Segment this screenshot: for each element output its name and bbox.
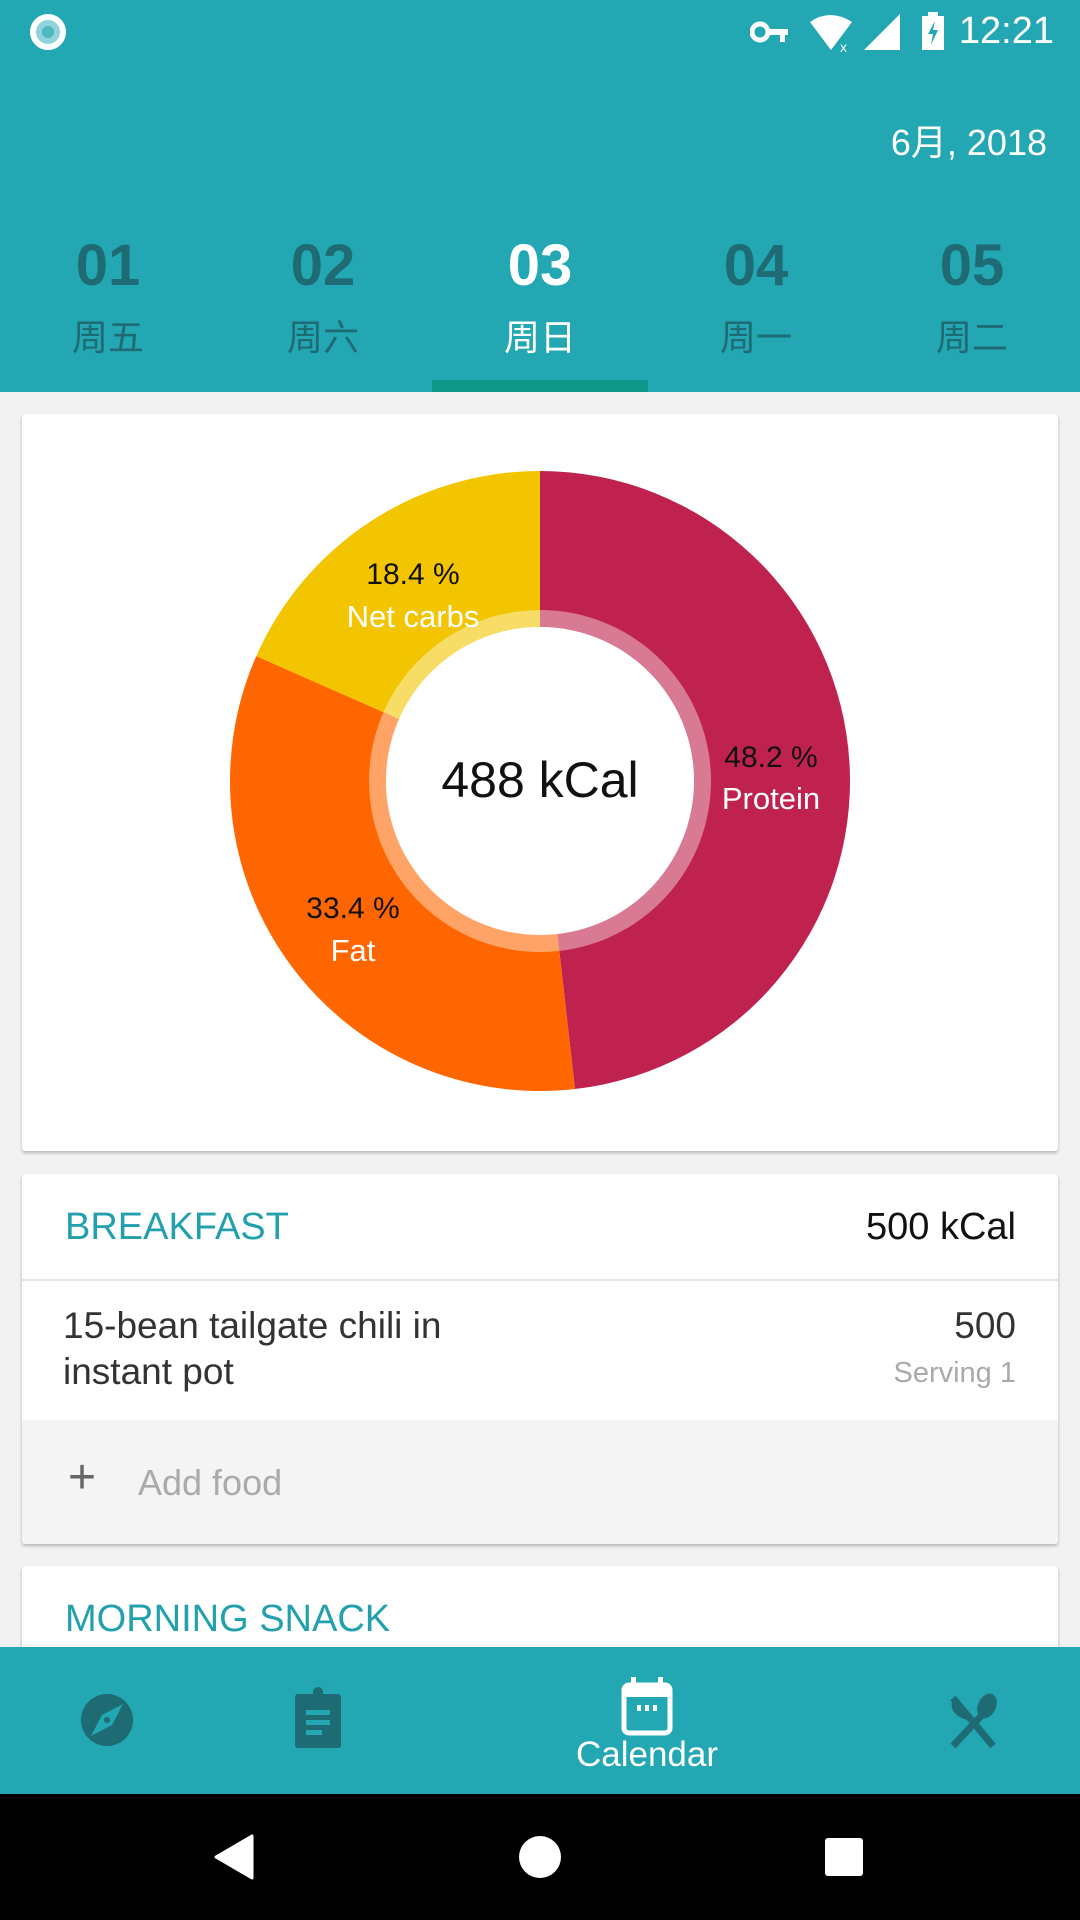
day-number: 03 bbox=[507, 233, 573, 298]
total-kcal-label: 488 kCal bbox=[441, 752, 639, 808]
day-tab-03[interactable]: 03 周日 bbox=[440, 0, 640, 361]
food-item[interactable]: 15-bean tailgate chili in instant pot 500… bbox=[22, 1281, 1058, 1420]
fat-percent-label: 33.4 % bbox=[306, 892, 400, 925]
breakfast-card: BREAKFAST 500 kCal 15-bean tailgate chil… bbox=[22, 1174, 1058, 1544]
compass-icon bbox=[81, 1694, 133, 1746]
day-weekday: 周一 bbox=[719, 317, 792, 358]
clipboard-icon bbox=[295, 1687, 341, 1748]
recent-apps-icon[interactable] bbox=[824, 1837, 864, 1877]
day-weekday: 周日 bbox=[503, 317, 576, 358]
food-name: 15-bean tailgate chili in instant pot bbox=[63, 1305, 442, 1392]
day-tab-02[interactable]: 02 周六 bbox=[223, 0, 423, 361]
day-tab-05[interactable]: 05 周二 bbox=[872, 0, 1072, 361]
nav-calendar-label: Calendar bbox=[575, 1735, 719, 1774]
food-kcal: 500 bbox=[954, 1305, 1016, 1346]
plus-icon: + bbox=[68, 1451, 97, 1504]
breakfast-total: 500 kCal bbox=[866, 1206, 1016, 1248]
nav-calendar[interactable]: Calendar bbox=[567, 1665, 727, 1785]
morning-snack-title: MORNING SNACK bbox=[65, 1598, 391, 1640]
app-header: x 12:21 6月, 2018 01 周五 02 周六 03 周日 04 周一 05 周… bbox=[0, 0, 1080, 392]
day-weekday: 周二 bbox=[935, 317, 1008, 358]
bottom-navigation: Calendar bbox=[0, 1647, 1080, 1794]
fork-knife-icon bbox=[950, 1693, 997, 1749]
breakfast-title: BREAKFAST bbox=[65, 1206, 289, 1248]
protein-percent-label: 48.2 % bbox=[724, 741, 818, 774]
day-number: 01 bbox=[75, 233, 141, 298]
calendar-icon bbox=[621, 1677, 673, 1736]
day-tab-01[interactable]: 01 周五 bbox=[8, 0, 208, 361]
day-weekday: 周五 bbox=[71, 317, 144, 358]
system-navigation-bar bbox=[0, 1794, 1080, 1920]
day-number: 02 bbox=[290, 233, 356, 298]
protein-name-label: Protein bbox=[721, 781, 821, 816]
add-food-label: Add food bbox=[138, 1462, 283, 1503]
carbs-name-label: Net carbs bbox=[346, 599, 480, 634]
add-food-button[interactable]: + Add food bbox=[22, 1420, 1058, 1544]
back-icon[interactable] bbox=[212, 1834, 256, 1880]
day-tab-04[interactable]: 04 周一 bbox=[656, 0, 856, 361]
day-number: 05 bbox=[939, 233, 1005, 298]
food-serving: Serving 1 bbox=[893, 1357, 1016, 1389]
day-weekday: 周六 bbox=[286, 317, 359, 358]
carbs-percent-label: 18.4 % bbox=[366, 558, 460, 591]
macro-chart-card: 488 kCal 18.4 % Net carbs 48.2 % Protein… bbox=[22, 414, 1058, 1151]
fat-name-label: Fat bbox=[330, 933, 376, 968]
day-number: 04 bbox=[723, 233, 789, 298]
selected-day-indicator bbox=[432, 380, 648, 392]
nav-recipes[interactable] bbox=[933, 1680, 1013, 1760]
nav-diary[interactable] bbox=[278, 1680, 358, 1760]
home-icon[interactable] bbox=[518, 1835, 562, 1879]
nav-discover[interactable] bbox=[67, 1680, 147, 1760]
